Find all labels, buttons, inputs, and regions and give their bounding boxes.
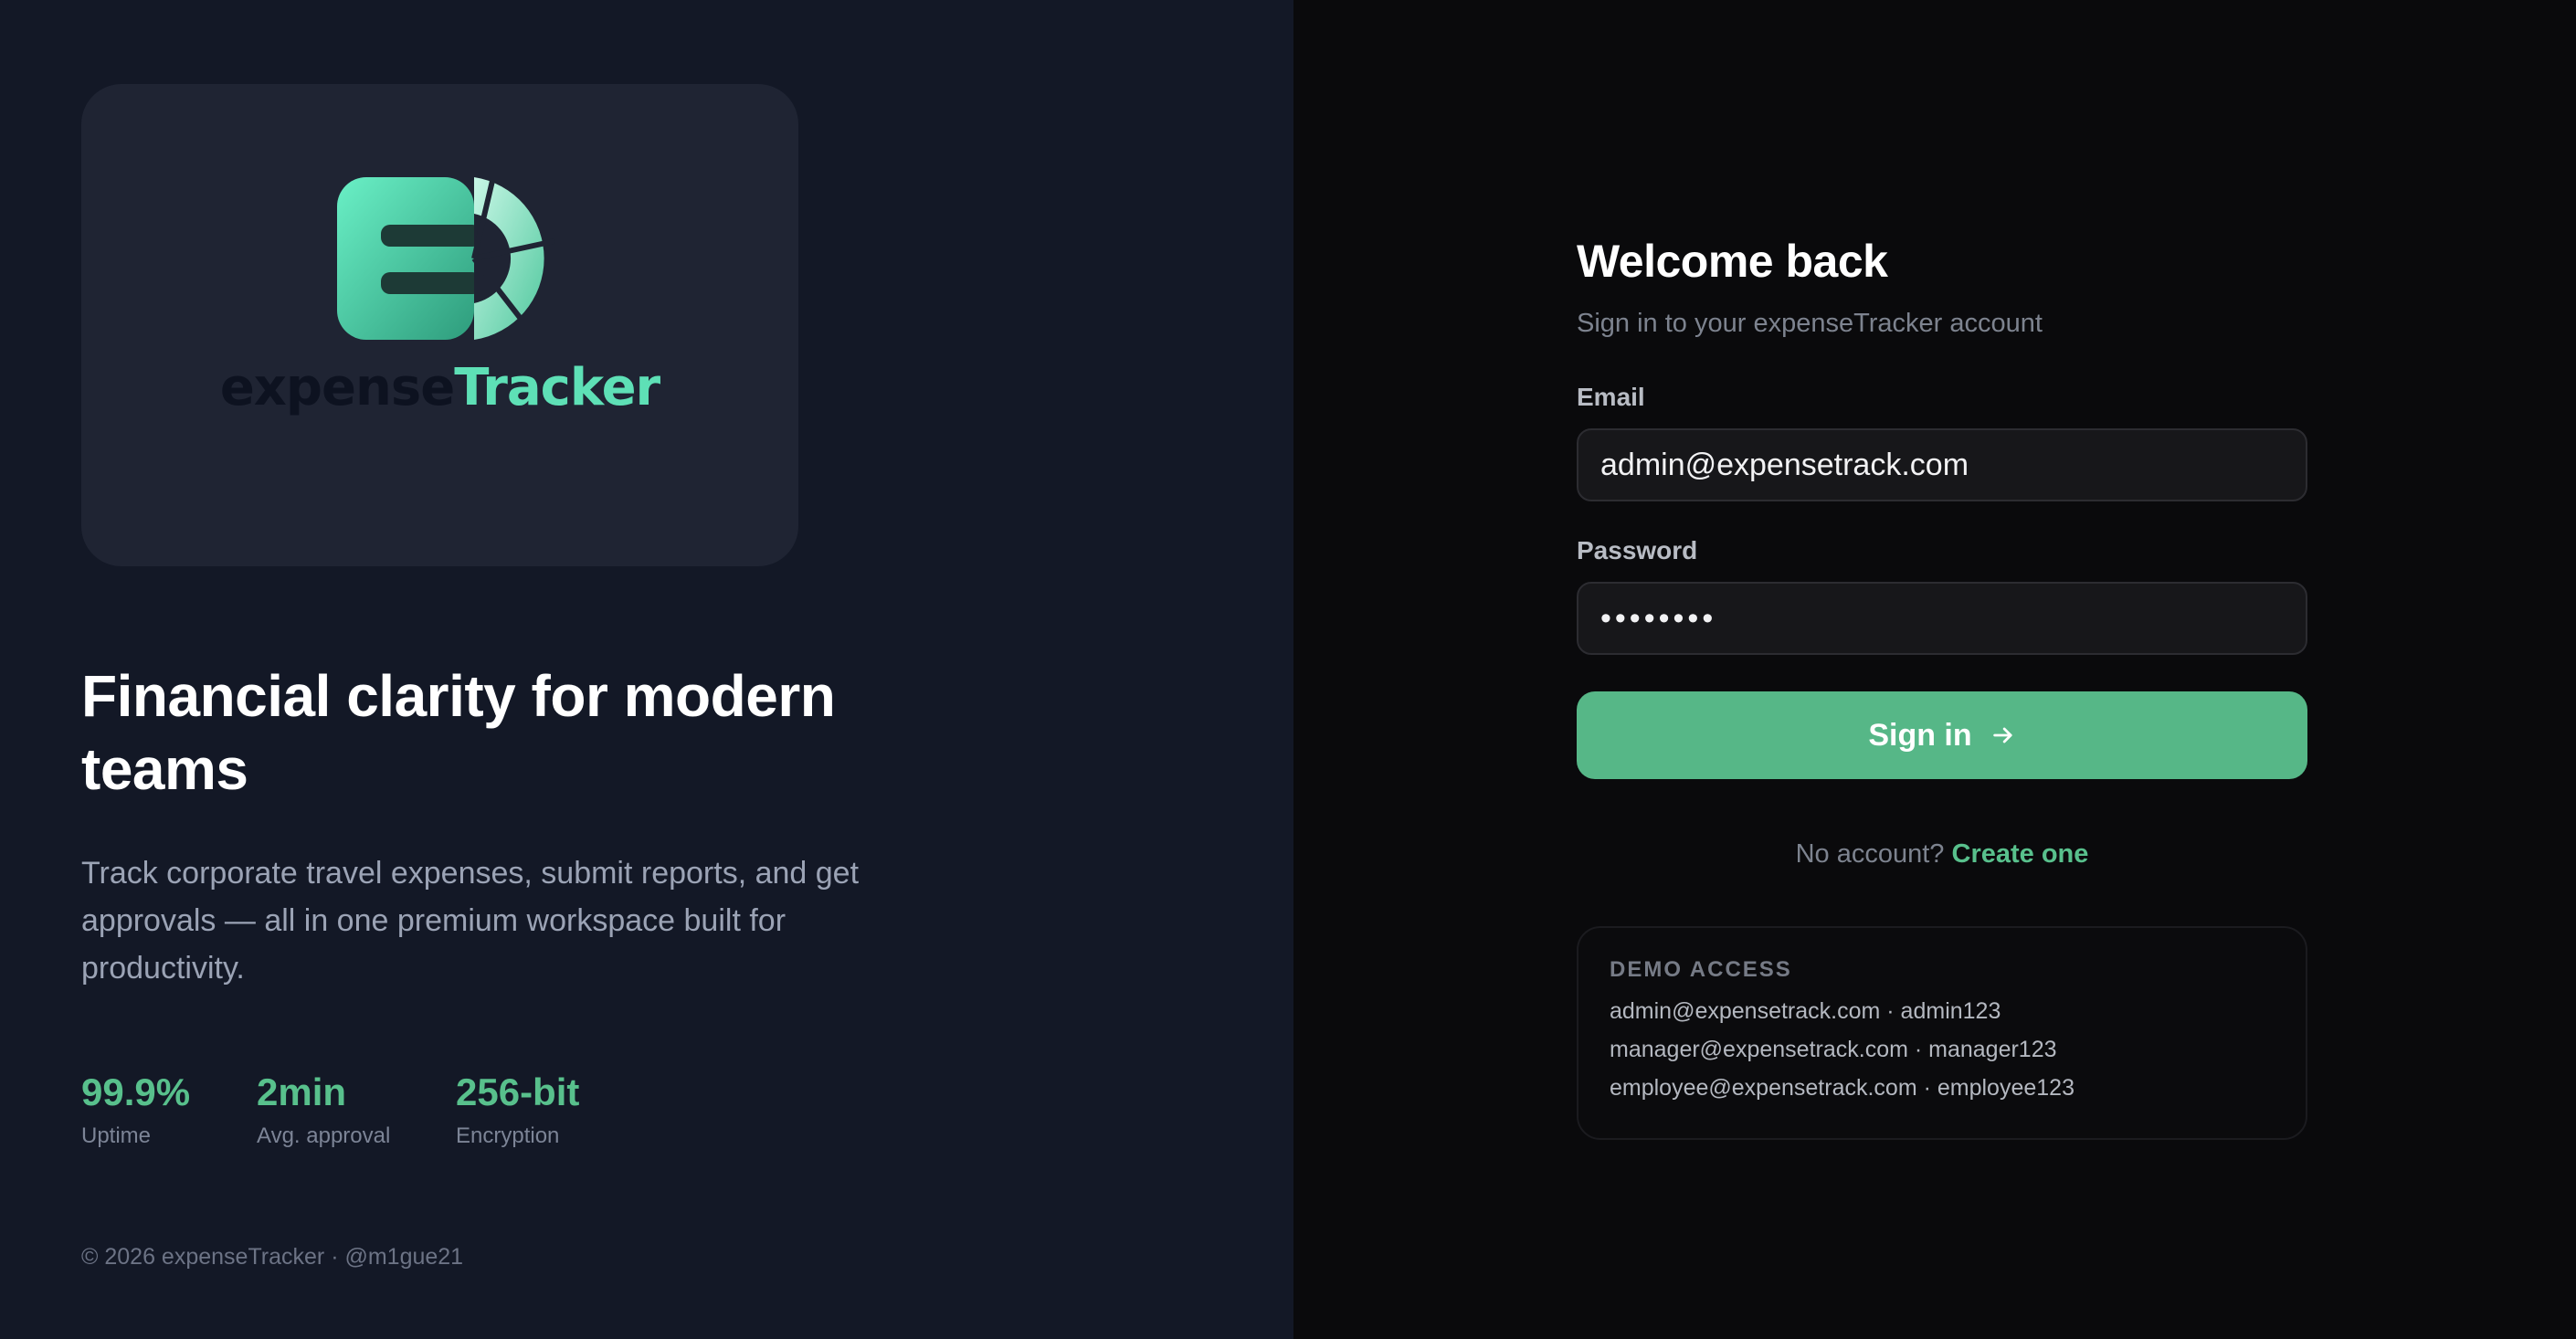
logo-word-tracker: Tracker (454, 358, 660, 417)
stat-value: 256-bit (456, 1070, 580, 1113)
logo-word-expense: expense (219, 358, 455, 417)
stat-approval: 2min Avg. approval (257, 1067, 390, 1151)
demo-credential: employee@expensetrack.com · employee123 (1610, 1075, 2075, 1101)
footer-copyright: © 2026 expenseTracker · @m1gue21 (81, 1244, 464, 1270)
create-account-link[interactable]: Create one (1952, 839, 2089, 869)
hero-headline: Financial clarity for modern teams (81, 663, 836, 802)
demo-access-box: DEMO ACCESS admin@expensetrack.com · adm… (1577, 926, 2307, 1140)
no-account-text: No account? (1795, 839, 1945, 869)
password-label: Password (1577, 536, 1698, 564)
email-input[interactable]: admin@expensetrack.com (1577, 428, 2307, 501)
arrow-right-icon (1992, 727, 2012, 743)
stat-encryption: 256-bit Encryption (456, 1067, 579, 1151)
sign-in-button[interactable]: Sign in (1577, 691, 2307, 779)
brand-panel: expenseTracker Financial clarity for mod… (0, 0, 1293, 1339)
logo-card: expenseTracker (81, 84, 798, 566)
demo-credential: manager@expensetrack.com · manager123 (1610, 1037, 2057, 1062)
stat-value: 2min (257, 1070, 347, 1113)
stat-value: 99.9% (81, 1070, 191, 1113)
stat-uptime: 99.9% Uptime (81, 1067, 190, 1151)
demo-heading: DEMO ACCESS (1610, 957, 1792, 982)
demo-credential: admin@expensetrack.com · admin123 (1610, 998, 2001, 1024)
stat-label: Uptime (81, 1123, 152, 1148)
email-label: Email (1577, 383, 1645, 411)
password-input[interactable]: •••••••• (1577, 582, 2307, 655)
stat-label: Avg. approval (257, 1123, 391, 1148)
hero-description: Track corporate travel expenses, submit … (81, 856, 860, 986)
signup-prompt: No account? Create one (1577, 839, 2307, 870)
sign-in-label: Sign in (1868, 717, 1972, 753)
logo-wordmark: expenseTracker (81, 358, 798, 417)
expense-tracker-logo-icon (337, 177, 555, 340)
login-form: Welcome back Sign in to your expenseTrac… (1577, 232, 2307, 1140)
stat-label: Encryption (456, 1123, 560, 1148)
login-subtitle: Sign in to your expenseTracker account (1577, 309, 2043, 338)
login-title: Welcome back (1577, 236, 1888, 287)
login-panel: Welcome back Sign in to your expenseTrac… (1293, 0, 2576, 1339)
